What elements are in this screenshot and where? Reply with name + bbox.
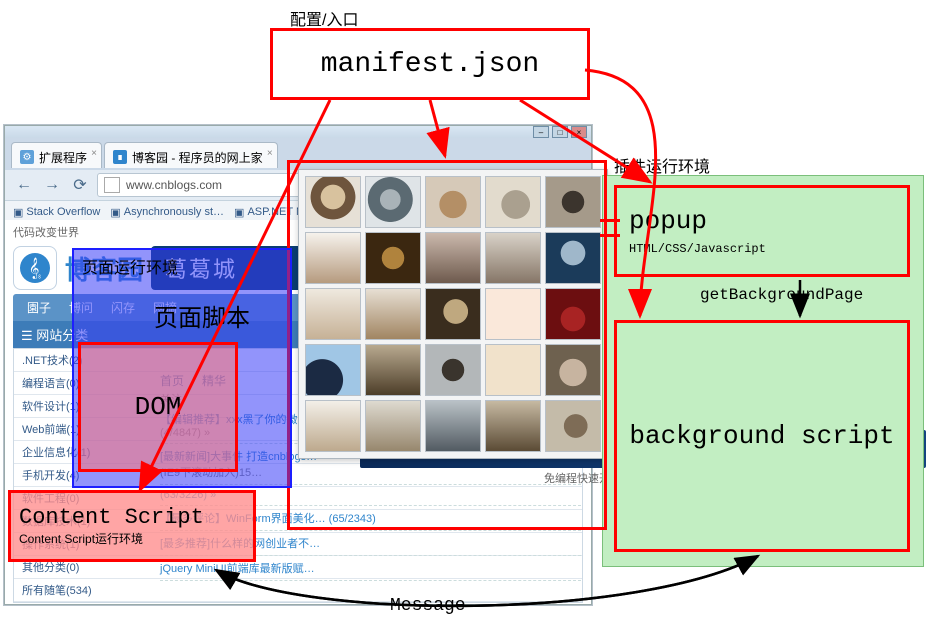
background-label: background script (629, 421, 894, 451)
reload-button[interactable]: ⟳ (69, 174, 91, 196)
site-logo[interactable]: 𝄠 (13, 246, 57, 290)
url-text: www.cnblogs.com (126, 178, 222, 192)
manifest-label: manifest.json (321, 49, 539, 80)
tab-extensions[interactable]: ⚙ 扩展程序 × (11, 142, 102, 168)
page-icon (104, 177, 120, 193)
config-entry-label: 配置/入口 (290, 6, 358, 30)
message-label: Message (390, 596, 466, 616)
content-script-subtitle: Content Script运行环境 (19, 530, 143, 547)
runtime-env-label: 插件运行环境 (614, 153, 710, 177)
close-button[interactable]: × (571, 126, 587, 138)
cnblogs-favicon: ∎ (113, 150, 127, 164)
back-button[interactable]: ← (13, 174, 35, 196)
tab-label: 扩展程序 (39, 149, 87, 166)
category-item[interactable]: 所有随笔(534) (14, 579, 582, 602)
maximize-button[interactable]: □ (552, 126, 568, 138)
bookmark-label: Asynchronously st… (124, 206, 224, 218)
dom-label: DOM (135, 392, 182, 422)
tab-cnblogs[interactable]: ∎ 博客园 - 程序员的网上家 × (104, 142, 278, 168)
background-box: background script (614, 320, 910, 552)
content-script-box: Content Script Content Script运行环境 (8, 490, 256, 562)
bookmark-item[interactable]: ▣Stack Overflow (13, 206, 100, 219)
page-script-label: 页面脚本 (154, 298, 250, 333)
popup-box: popup HTML/CSS/Javascript (614, 185, 910, 277)
close-icon[interactable]: × (267, 148, 273, 159)
bookmark-item[interactable]: ▣Asynchronously st… (110, 206, 224, 219)
close-icon[interactable]: × (91, 148, 97, 159)
manifest-box: manifest.json (270, 28, 590, 100)
extensions-favicon: ⚙ (20, 150, 34, 164)
dom-box: DOM (78, 342, 238, 472)
rss-icon: 𝄠 (20, 253, 50, 283)
tab-label: 博客园 - 程序员的网上家 (132, 149, 263, 166)
forward-button[interactable]: → (41, 174, 63, 196)
minimize-button[interactable]: – (533, 126, 549, 138)
page-env-label: 页面运行环境 (82, 254, 178, 278)
section-tab[interactable]: 園子 (19, 297, 59, 318)
window-controls: – □ × (5, 126, 591, 138)
popup-outline-box (287, 160, 607, 530)
connector-stub (600, 219, 620, 237)
bookmark-label: Stack Overflow (26, 206, 100, 218)
popup-title: popup (629, 206, 707, 236)
getbackgroundpage-label: getBackgroundPage (700, 286, 863, 304)
content-script-title: Content Script (19, 505, 204, 530)
popup-subtitle: HTML/CSS/Javascript (629, 242, 766, 256)
